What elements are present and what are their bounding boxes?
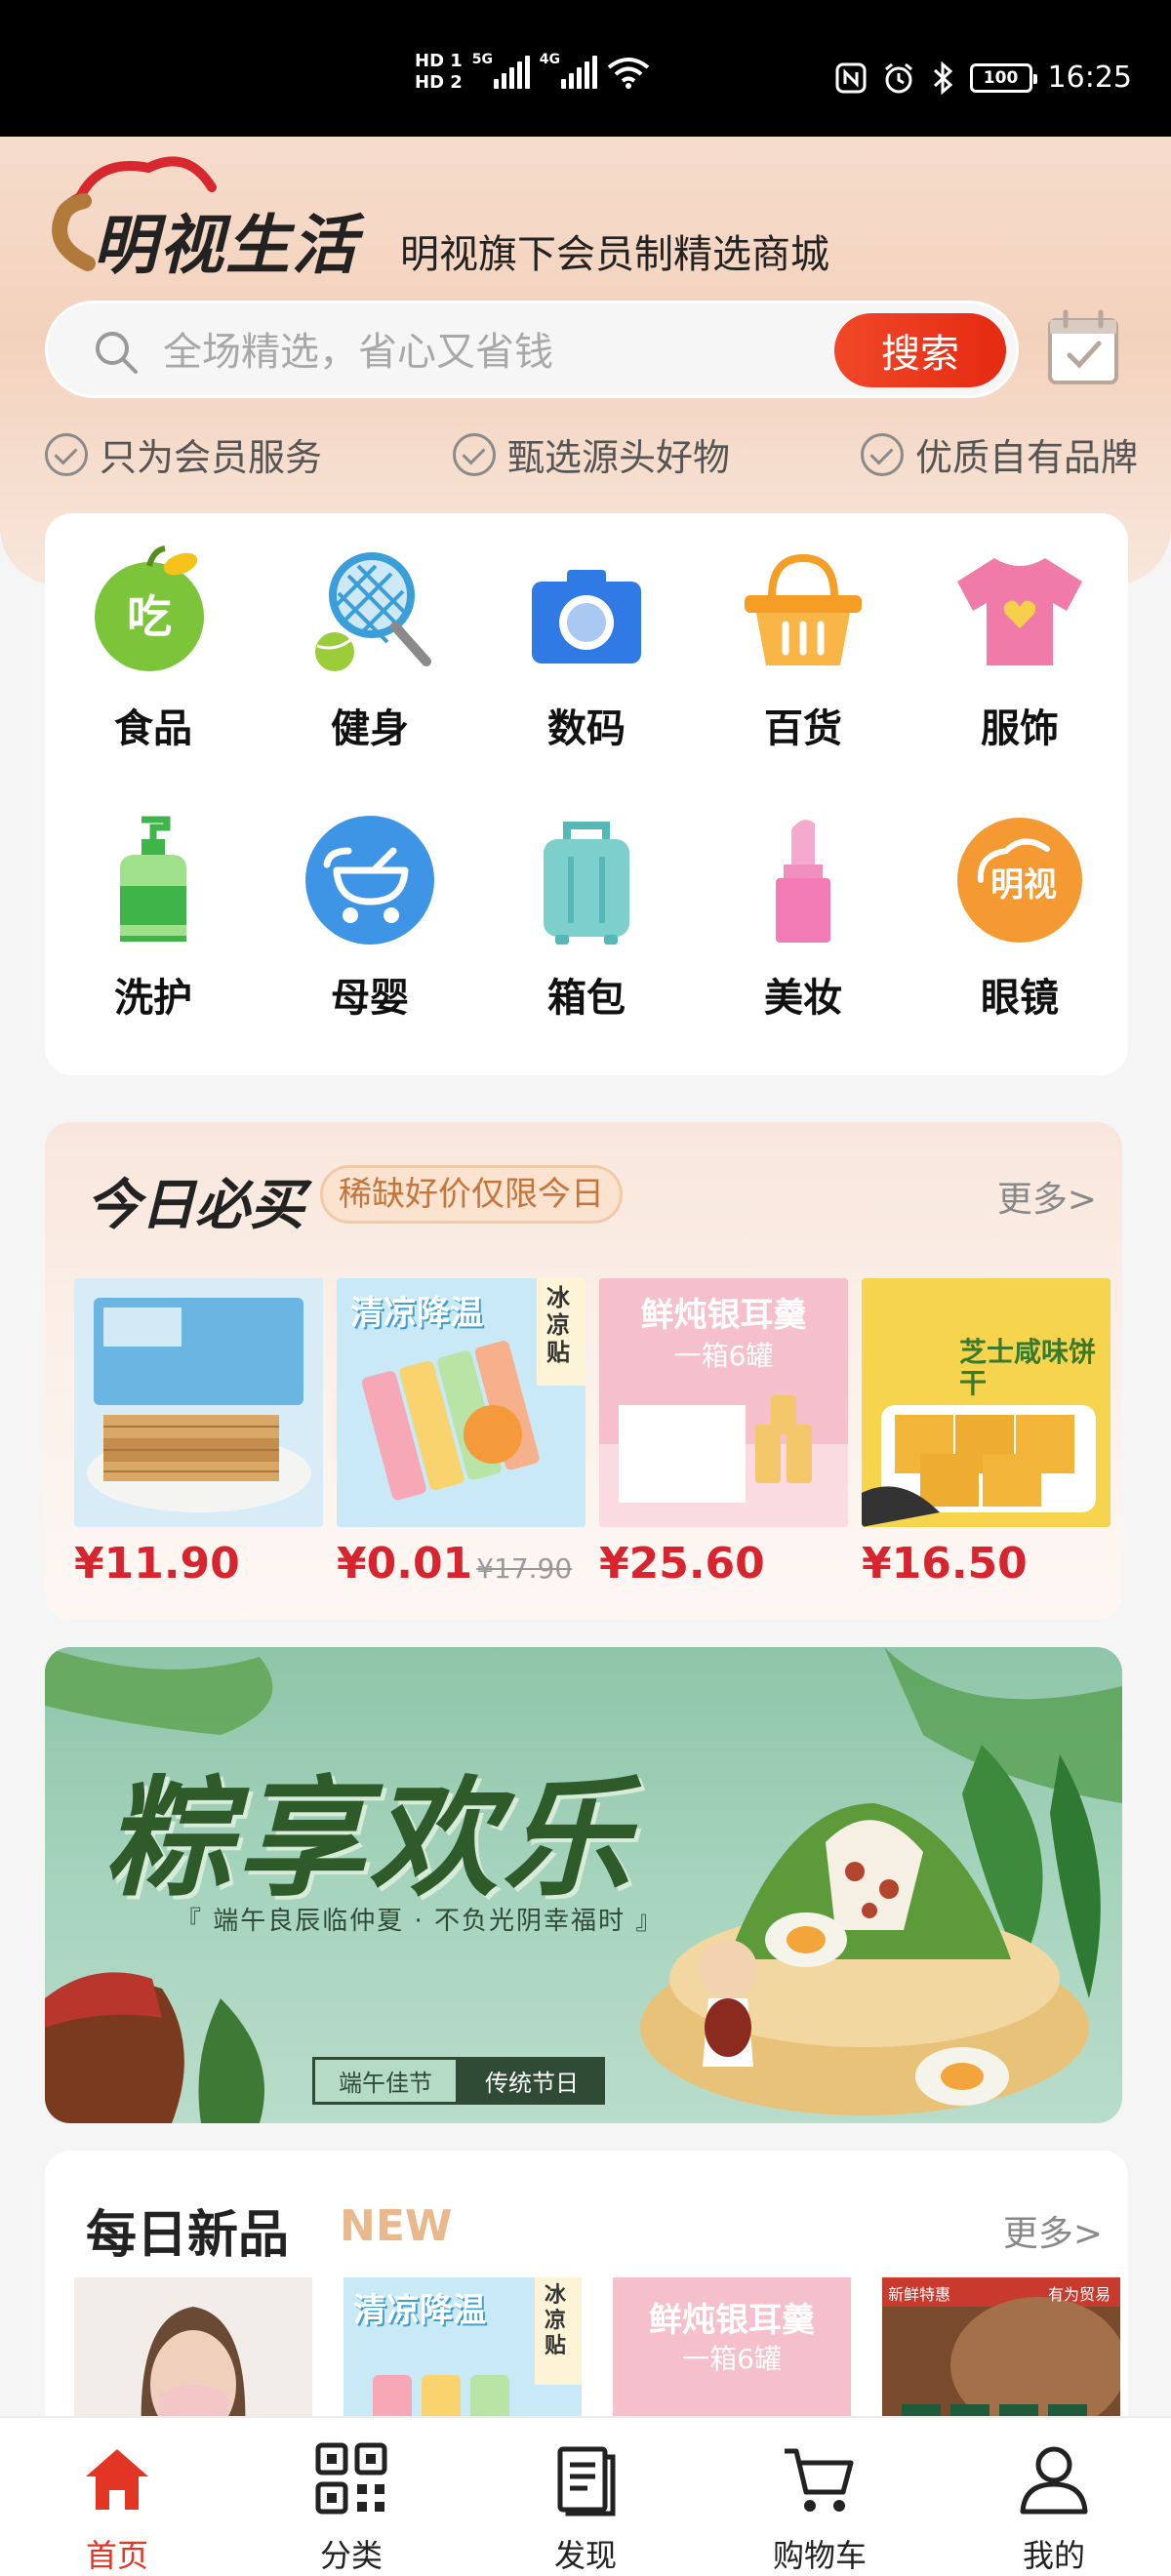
- clock: 16:25: [1047, 60, 1132, 95]
- product-card[interactable]: 鲜炖银耳羹 一箱6罐 ¥25.60: [599, 1278, 848, 1589]
- search-button[interactable]: 搜索: [834, 313, 1006, 387]
- user-icon: [1020, 2446, 1088, 2515]
- section-title: 今日必买: [86, 1174, 304, 1237]
- category-digital[interactable]: 数码: [478, 543, 695, 812]
- bottom-tab-bar: 首页 分类 发现 购物车 我的: [0, 2416, 1171, 2576]
- promise-item: 只为会员服务: [45, 427, 322, 481]
- bluetooth-icon: [933, 60, 952, 95]
- battery-icon: 100: [969, 62, 1037, 93]
- signal-5g-icon: 5G: [472, 52, 530, 89]
- cart-icon: [785, 2448, 854, 2512]
- pump-bottle-icon: [120, 816, 186, 942]
- check-circle-icon: [860, 432, 904, 476]
- category-card: 吃 食品 健身 数码 百货 服饰 洗护 母婴 箱包 美妆 明视 眼镜: [45, 513, 1128, 1075]
- banner-title: 粽享欢乐: [103, 1764, 634, 1914]
- category-luggage[interactable]: 箱包: [478, 812, 695, 1081]
- product-image: 清凉降温 冰凉贴: [337, 1278, 586, 1527]
- alarm-icon: [884, 62, 912, 93]
- product-price: ¥0.01: [337, 1539, 473, 1589]
- hd-indicator: HD 1 HD 2: [415, 51, 463, 93]
- product-card[interactable]: 清凉降温 冰凉贴 ¥0.01 ¥17.90: [337, 1278, 586, 1589]
- product-price: ¥25.60: [599, 1539, 765, 1589]
- basket-icon: [745, 553, 862, 665]
- category-mother-baby[interactable]: 母婴: [262, 812, 478, 1081]
- product-card[interactable]: ¥11.90: [74, 1278, 323, 1589]
- banner-tags: 端午佳节 传统节日: [312, 2057, 605, 2105]
- qr-grid-icon: [315, 2442, 387, 2515]
- category-fitness[interactable]: 健身: [262, 543, 478, 812]
- tab-profile[interactable]: 我的: [937, 2418, 1171, 2576]
- daily-new-section: 每日新品 NEW 更多> 清凉降温 冰凉贴 鲜炖银耳羹 一箱6罐 新鲜特惠 有为…: [45, 2151, 1128, 2443]
- calendar-icon[interactable]: [1046, 308, 1120, 386]
- logo-text: 明视生活: [93, 208, 358, 283]
- apple-icon: 吃: [95, 545, 204, 671]
- product-image: 鲜炖银耳羹 一箱6罐: [599, 1278, 848, 1527]
- search-input[interactable]: [163, 325, 748, 380]
- mingshi-logo-icon: 明视: [957, 818, 1082, 943]
- camera-icon: [532, 570, 641, 664]
- wifi-icon: [607, 58, 650, 89]
- section-title: 每日新品: [86, 2206, 290, 2265]
- home-icon: [86, 2449, 148, 2510]
- search-icon: [96, 332, 138, 374]
- daily-more-link[interactable]: 更多>: [1003, 2205, 1103, 2256]
- today-badge: 稀缺好价仅限今日: [320, 1165, 623, 1224]
- system-indicators: 100 16:25: [835, 60, 1132, 95]
- status-bar: HD 1 HD 2 5G 4G 100 16:25: [0, 0, 1171, 137]
- promise-item: 优质自有品牌: [860, 427, 1138, 481]
- category-food[interactable]: 吃 食品: [45, 543, 262, 812]
- promise-item: 甄选源头好物: [452, 427, 730, 481]
- product-image: 芝士咸味饼干: [862, 1278, 1110, 1527]
- new-label: NEW: [340, 2201, 453, 2251]
- tab-home[interactable]: 首页: [0, 2418, 234, 2576]
- stroller-icon: [305, 816, 434, 945]
- document-icon: [557, 2446, 616, 2516]
- tagline: 明视旗下会员制精选商城: [400, 232, 829, 277]
- network-indicators: HD 1 HD 2 5G 4G: [415, 51, 650, 94]
- today-deals-section: 今日必买 稀缺好价仅限今日 更多> ¥11.90 清凉降温 冰凉贴 ¥0.01 …: [45, 1122, 1122, 1620]
- today-product-list: ¥11.90 清凉降温 冰凉贴 ¥0.01 ¥17.90 鲜炖银耳羹 一箱6罐 …: [74, 1278, 1110, 1589]
- tab-category[interactable]: 分类: [234, 2418, 468, 2576]
- signal-4g-icon: 4G: [540, 52, 597, 89]
- check-circle-icon: [45, 432, 88, 476]
- product-image: [74, 1278, 323, 1527]
- product-price: ¥11.90: [74, 1539, 240, 1589]
- tennis-racket-icon: [315, 552, 431, 671]
- category-cosmetics[interactable]: 美妆: [695, 812, 911, 1081]
- banner-subtitle: 『 端午良辰临仲夏 · 不负光阴幸福时 』: [176, 1907, 664, 1936]
- svg-text:吃: 吃: [127, 590, 172, 643]
- check-circle-icon: [452, 432, 496, 476]
- nfc-icon: [835, 62, 867, 93]
- category-toiletries[interactable]: 洗护: [45, 812, 262, 1081]
- dragon-boat-banner[interactable]: 粽享欢乐 『 端午良辰临仲夏 · 不负光阴幸福时 』 端午佳节 传统节日: [45, 1647, 1122, 2123]
- member-promises: 只为会员服务 甄选源头好物 优质自有品牌: [45, 427, 1138, 481]
- tshirt-icon: [957, 558, 1082, 665]
- today-more-link[interactable]: 更多>: [997, 1171, 1097, 1222]
- search-bar: 搜索: [45, 301, 1019, 398]
- category-eyewear[interactable]: 明视 眼镜: [911, 812, 1128, 1081]
- tab-discover[interactable]: 发现: [468, 2418, 703, 2576]
- category-general-goods[interactable]: 百货: [695, 543, 911, 812]
- suitcase-icon: [544, 822, 629, 945]
- category-apparel[interactable]: 服饰: [911, 543, 1128, 812]
- tab-cart[interactable]: 购物车: [703, 2418, 937, 2576]
- lipstick-icon: [776, 820, 830, 943]
- product-price: ¥16.50: [862, 1539, 1028, 1589]
- svg-text:明视: 明视: [990, 865, 1057, 905]
- product-original-price: ¥17.90: [476, 1552, 573, 1585]
- product-card[interactable]: 芝士咸味饼干 ¥16.50: [862, 1278, 1110, 1589]
